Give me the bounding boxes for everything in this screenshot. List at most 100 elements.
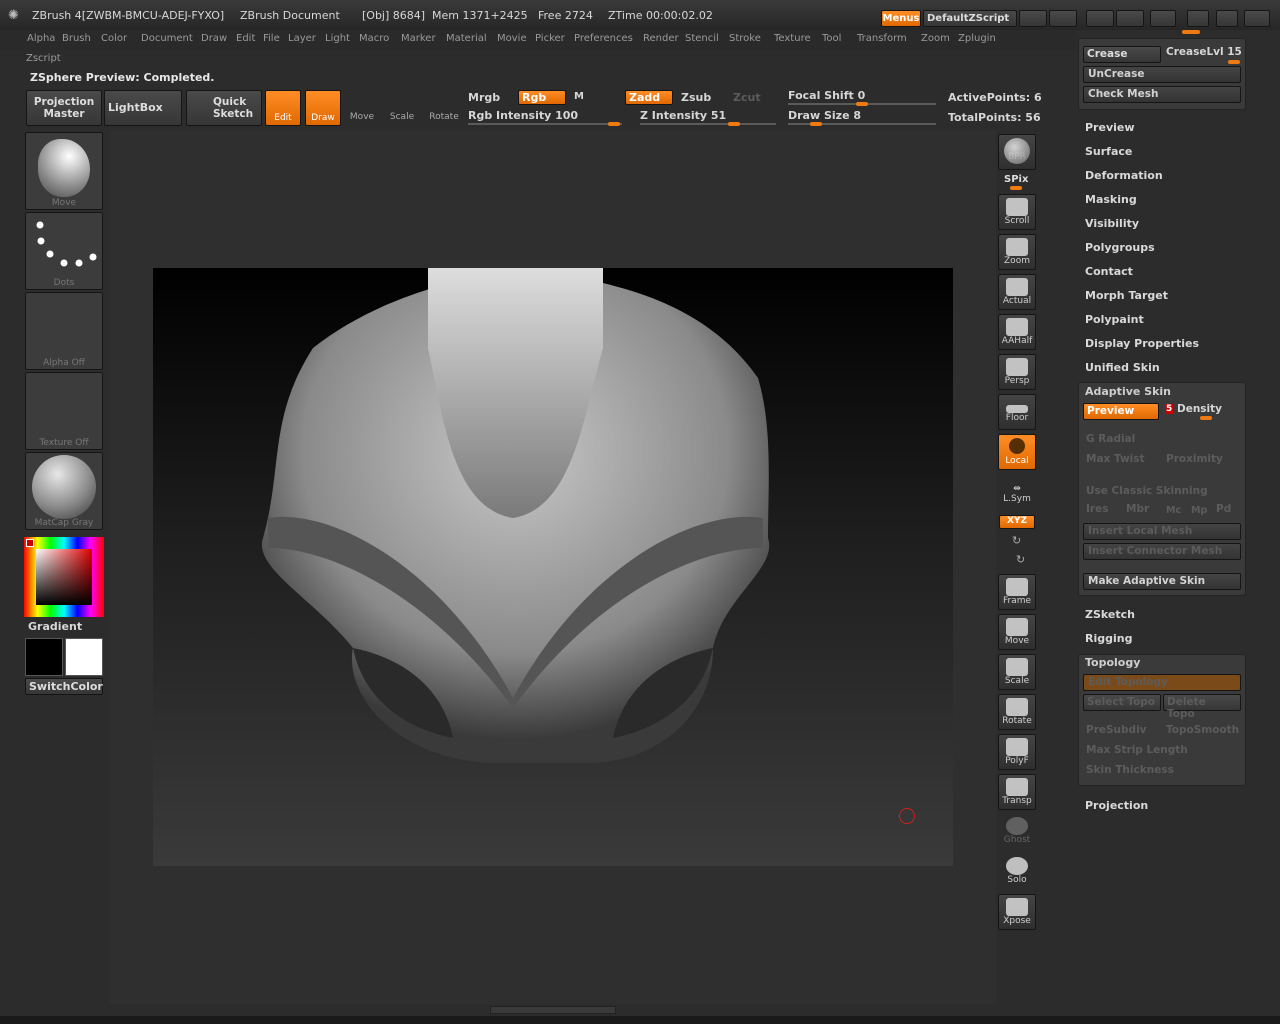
uncrease-button[interactable]: UnCrease (1083, 66, 1241, 83)
menu-item-zscript[interactable]: Zscript (26, 53, 61, 64)
crease-button[interactable]: Crease (1083, 46, 1161, 63)
maximize-icon[interactable] (1216, 10, 1238, 27)
move-button[interactable]: Move (345, 92, 379, 126)
brush-selector[interactable]: Move (25, 132, 103, 210)
section-zsketch[interactable]: ZSketch (1085, 608, 1135, 621)
scroll-left-icon[interactable] (1019, 10, 1047, 27)
minimize-icon[interactable] (1187, 10, 1209, 27)
rotate-button[interactable]: Rotate (425, 92, 463, 126)
layout-icon[interactable] (1086, 10, 1114, 27)
bpr-button[interactable]: BPR (998, 134, 1036, 170)
zcut-toggle[interactable]: Zcut (733, 91, 761, 104)
density-knob[interactable] (1200, 416, 1212, 420)
canvas[interactable] (153, 268, 953, 866)
z-intensity-knob[interactable] (728, 122, 740, 126)
check-mesh-button[interactable]: Check Mesh (1083, 86, 1241, 103)
menu-item-document[interactable]: Document (141, 33, 193, 44)
menu-item-brush[interactable]: Brush (62, 33, 91, 44)
g-radial-slider[interactable]: G Radial (1086, 433, 1135, 445)
menu-item-picker[interactable]: Picker (535, 33, 565, 44)
menu-item-texture[interactable]: Texture (774, 33, 811, 44)
texture-selector[interactable]: Texture Off (25, 372, 103, 450)
section-contact[interactable]: Contact (1085, 265, 1133, 278)
section-display-properties[interactable]: Display Properties (1085, 337, 1199, 350)
menu-item-zplugin[interactable]: Zplugin (958, 33, 996, 44)
spix-slider-knob[interactable] (1010, 186, 1022, 190)
menu-item-edit[interactable]: Edit (236, 33, 255, 44)
menu-item-marker[interactable]: Marker (401, 33, 436, 44)
lsym-button[interactable]: ⇹ L.Sym (998, 474, 1036, 510)
menu-item-draw[interactable]: Draw (201, 33, 227, 44)
rgb-intensity-knob[interactable] (608, 122, 620, 126)
mrgb-toggle[interactable]: Mrgb (468, 91, 500, 104)
ires-slider[interactable]: Ires (1086, 503, 1108, 515)
rotate-view-button[interactable]: Rotate (998, 694, 1036, 730)
draw-size-knob[interactable] (810, 122, 822, 126)
select-topo-button[interactable]: Select Topo (1083, 694, 1161, 711)
menus-button[interactable]: Menus (881, 10, 921, 27)
menu-item-color[interactable]: Color (101, 33, 127, 44)
main-color-swatch[interactable] (25, 638, 63, 676)
edit-button[interactable]: Edit (265, 90, 301, 126)
floor-button[interactable]: Floor (998, 394, 1036, 430)
topology-title[interactable]: Topology (1085, 656, 1140, 669)
section-unified-skin[interactable]: Unified Skin (1085, 361, 1160, 374)
rotate-z-icon[interactable]: ↻ (1016, 553, 1025, 566)
transp-button[interactable]: Transp (998, 774, 1036, 810)
panel-scroll-knob[interactable] (1182, 30, 1200, 34)
menu-item-macro[interactable]: Macro (359, 33, 389, 44)
section-preview[interactable]: Preview (1085, 121, 1135, 134)
crease-level-slider[interactable]: CreaseLvl 15 (1166, 46, 1242, 58)
rotate-y-icon[interactable]: ↻ (1012, 534, 1021, 547)
section-rigging[interactable]: Rigging (1085, 632, 1132, 645)
scale-view-button[interactable]: Scale (998, 654, 1036, 690)
section-deformation[interactable]: Deformation (1085, 169, 1163, 182)
mp-toggle[interactable]: Mp (1191, 505, 1207, 516)
menu-item-tool[interactable]: Tool (822, 33, 841, 44)
scroll-button[interactable]: Scroll (998, 194, 1036, 230)
focal-shift-knob[interactable] (856, 102, 868, 106)
secondary-color-swatch[interactable] (65, 638, 103, 676)
proximity-slider[interactable]: Proximity (1166, 453, 1223, 465)
menu-item-zoom[interactable]: Zoom (921, 33, 950, 44)
ghost-button[interactable]: Ghost (998, 814, 1036, 850)
adaptive-skin-title[interactable]: Adaptive Skin (1085, 385, 1171, 398)
menu-item-movie[interactable]: Movie (497, 33, 527, 44)
section-polypaint[interactable]: Polypaint (1085, 313, 1144, 326)
zadd-toggle[interactable]: Zadd (625, 90, 673, 105)
menu-item-file[interactable]: File (263, 33, 280, 44)
use-classic-skinning-toggle[interactable]: Use Classic Skinning (1086, 485, 1208, 497)
default-zscript-button[interactable]: DefaultZScript (923, 10, 1017, 27)
frame-button[interactable]: Frame (998, 574, 1036, 610)
mbr-slider[interactable]: Mbr (1126, 503, 1149, 515)
menu-item-stroke[interactable]: Stroke (729, 33, 761, 44)
menu-item-stencil[interactable]: Stencil (685, 33, 719, 44)
quick-sketch-button[interactable]: Quick Sketch (186, 90, 262, 126)
gradient-label[interactable]: Gradient (28, 620, 82, 633)
crease-level-knob[interactable] (1228, 60, 1240, 64)
skin-thickness-slider[interactable]: Skin Thickness (1086, 764, 1174, 776)
insert-local-mesh-button[interactable]: Insert Local Mesh (1083, 523, 1241, 540)
menu-item-preferences[interactable]: Preferences (574, 33, 633, 44)
alpha-selector[interactable]: Alpha Off (25, 292, 103, 370)
section-masking[interactable]: Masking (1085, 193, 1137, 206)
insert-connector-mesh-button[interactable]: Insert Connector Mesh (1083, 543, 1241, 560)
actual-button[interactable]: Actual (998, 274, 1036, 310)
menu-item-alpha[interactable]: Alpha (27, 33, 55, 44)
z-intensity-slider[interactable] (640, 123, 776, 125)
xpose-button[interactable]: Xpose (998, 894, 1036, 930)
persp-button[interactable]: Persp (998, 354, 1036, 390)
presubdiv-slider[interactable]: PreSubdiv (1086, 724, 1147, 736)
aahalf-button[interactable]: AAHalf (998, 314, 1036, 350)
section-polygroups[interactable]: Polygroups (1085, 241, 1155, 254)
menu-item-render[interactable]: Render (643, 33, 679, 44)
rgb-intensity-slider[interactable] (468, 123, 622, 125)
make-adaptive-skin-button[interactable]: Make Adaptive Skin (1083, 573, 1241, 590)
section-morph-target[interactable]: Morph Target (1085, 289, 1168, 302)
bottom-tray-handle[interactable] (490, 1006, 616, 1014)
menu-item-light[interactable]: Light (325, 33, 350, 44)
close-icon[interactable] (1244, 10, 1270, 27)
lock-icon[interactable] (1150, 10, 1176, 27)
draw-button[interactable]: Draw (305, 90, 341, 126)
material-selector[interactable]: MatCap Gray (25, 452, 103, 530)
